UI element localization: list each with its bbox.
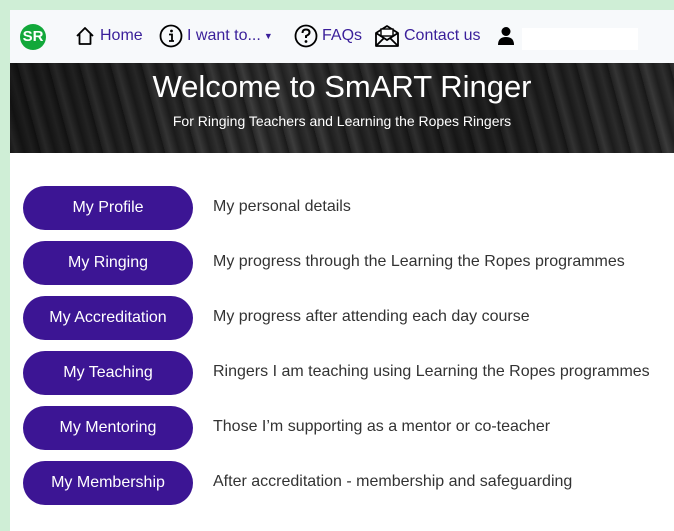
- my-mentoring-description: Those I’m supporting as a mentor or co-t…: [213, 418, 551, 435]
- my-teaching-button[interactable]: My Teaching: [23, 351, 193, 395]
- nav-contact-us[interactable]: Contact us: [374, 23, 480, 49]
- logo[interactable]: SR: [20, 24, 46, 50]
- my-teaching-description: Ringers I am teaching using Learning the…: [213, 363, 650, 380]
- nav-faqs-label: FAQs: [322, 27, 363, 44]
- welcome-banner: Welcome to SmART Ringer For Ringing Teac…: [10, 63, 674, 153]
- menu-row-ringing: My Ringing My progress through the Learn…: [23, 241, 663, 285]
- menu-row-teaching: My Teaching Ringers I am teaching using …: [23, 351, 663, 395]
- menu-row-membership: My Membership After accreditation - memb…: [23, 461, 663, 505]
- my-profile-button[interactable]: My Profile: [23, 186, 193, 230]
- envelope-icon: [374, 24, 400, 48]
- nav-faqs[interactable]: FAQs: [294, 23, 362, 49]
- banner-title: Welcome to SmART Ringer: [152, 69, 532, 104]
- my-profile-description: My personal details: [213, 198, 351, 215]
- menu-row-mentoring: My Mentoring Those I’m supporting as a m…: [23, 406, 663, 450]
- my-ringing-button[interactable]: My Ringing: [23, 241, 193, 285]
- nav-home-label: Home: [100, 27, 143, 44]
- nav-i-want-to-label: I want to...: [187, 27, 261, 44]
- my-membership-description: After accreditation - membership and saf…: [213, 473, 573, 490]
- user-name-field[interactable]: [522, 28, 638, 50]
- my-accreditation-button[interactable]: My Accreditation: [23, 296, 193, 340]
- question-icon: [294, 24, 318, 48]
- nav-i-want-to-dropdown[interactable]: I want to... ▼: [159, 23, 273, 49]
- nav-home[interactable]: Home: [74, 23, 143, 49]
- caret-down-icon: ▼: [263, 31, 273, 41]
- page: SR Home I want to... ▼ FAQs Contact us W…: [10, 10, 674, 531]
- banner-subtitle: For Ringing Teachers and Learning the Ro…: [172, 113, 512, 129]
- my-accreditation-description: My progress after attending each day cou…: [213, 308, 530, 325]
- my-membership-button[interactable]: My Membership: [23, 461, 193, 505]
- menu-row-profile: My Profile My personal details: [23, 186, 663, 230]
- navbar: SR Home I want to... ▼ FAQs Contact us: [10, 10, 674, 63]
- menu-row-accreditation: My Accreditation My progress after atten…: [23, 296, 663, 340]
- user-icon: [497, 26, 515, 51]
- info-icon: [159, 24, 183, 48]
- home-icon: [74, 25, 96, 47]
- nav-contact-label: Contact us: [404, 27, 481, 44]
- my-ringing-description: My progress through the Learning the Rop…: [213, 253, 625, 270]
- my-mentoring-button[interactable]: My Mentoring: [23, 406, 193, 450]
